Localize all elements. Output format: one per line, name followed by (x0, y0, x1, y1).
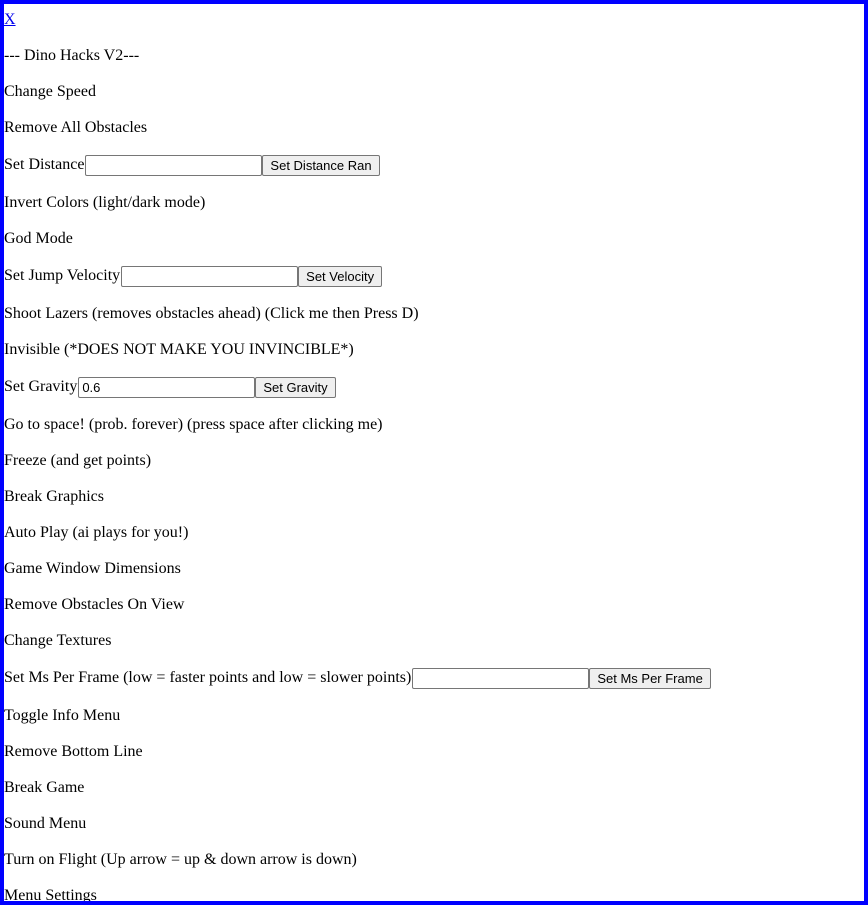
menu-title-row: --- Dino Hacks V2--- (4, 44, 139, 68)
change-textures-row: Change Textures (4, 629, 111, 653)
set-distance-input[interactable] (85, 154, 263, 176)
remove-all-obstacles-row: Remove All Obstacles (4, 116, 147, 140)
sound-menu-row: Sound Menu (4, 812, 86, 836)
gravity-input[interactable] (78, 376, 256, 398)
freeze-option[interactable]: Freeze (and get points) (4, 449, 151, 473)
set-jump-velocity-row: Set Jump Velocity Set Velocity (4, 264, 383, 288)
sound-menu-option[interactable]: Sound Menu (4, 812, 86, 836)
remove-bottom-line-row: Remove Bottom Line (4, 740, 143, 764)
remove-all-obstacles-option[interactable]: Remove All Obstacles (4, 116, 147, 140)
break-game-row: Break Game (4, 776, 84, 800)
close-link[interactable]: X (4, 8, 16, 32)
invert-colors-row: Invert Colors (light/dark mode) (4, 191, 205, 215)
set-distance-button[interactable]: Set Distance Ran (262, 154, 380, 176)
remove-obstacles-on-view-option[interactable]: Remove Obstacles On View (4, 593, 184, 617)
turn-on-flight-option[interactable]: Turn on Flight (Up arrow = up & down arr… (4, 848, 357, 872)
toggle-info-menu-row: Toggle Info Menu (4, 704, 120, 728)
break-graphics-option[interactable]: Break Graphics (4, 485, 104, 509)
go-to-space-option[interactable]: Go to space! (prob. forever) (press spac… (4, 413, 383, 437)
menu-title: --- Dino Hacks V2--- (4, 47, 140, 64)
shoot-lazers-row: Shoot Lazers (removes obstacles ahead) (… (4, 302, 419, 326)
god-mode-row: God Mode (4, 227, 73, 251)
change-textures-option[interactable]: Change Textures (4, 629, 111, 653)
auto-play-option[interactable]: Auto Play (ai plays for you!) (4, 521, 188, 545)
set-velocity-button[interactable]: Set Velocity (298, 265, 383, 287)
god-mode-option[interactable]: God Mode (4, 227, 73, 251)
toggle-info-menu-option[interactable]: Toggle Info Menu (4, 704, 120, 728)
set-gravity-row: Set Gravity Set Gravity (4, 375, 336, 399)
remove-obstacles-on-view-row: Remove Obstacles On View (4, 593, 184, 617)
set-gravity-label: Set Gravity (4, 378, 78, 395)
jump-velocity-input[interactable] (121, 265, 299, 287)
freeze-row: Freeze (and get points) (4, 449, 151, 473)
set-jump-velocity-label: Set Jump Velocity (4, 267, 121, 284)
invert-colors-option[interactable]: Invert Colors (light/dark mode) (4, 191, 205, 215)
remove-bottom-line-option[interactable]: Remove Bottom Line (4, 740, 143, 764)
invisible-row: Invisible (*DOES NOT MAKE YOU INVINCIBLE… (4, 338, 354, 362)
set-ms-per-frame-row: Set Ms Per Frame (low = faster points an… (4, 666, 711, 690)
turn-on-flight-row: Turn on Flight (Up arrow = up & down arr… (4, 848, 357, 872)
menu-settings-option[interactable]: Menu Settings (4, 884, 97, 901)
set-ms-per-frame-button[interactable]: Set Ms Per Frame (589, 667, 711, 689)
break-graphics-row: Break Graphics (4, 485, 104, 509)
ms-per-frame-input[interactable] (412, 667, 590, 689)
change-speed-row: Change Speed (4, 80, 96, 104)
change-speed-option[interactable]: Change Speed (4, 80, 96, 104)
set-ms-per-frame-label: Set Ms Per Frame (low = faster points an… (4, 669, 412, 686)
invisible-option[interactable]: Invisible (*DOES NOT MAKE YOU INVINCIBLE… (4, 338, 354, 362)
set-distance-label: Set Distance (4, 156, 85, 173)
close-row: X (4, 8, 16, 32)
menu-settings-row: Menu Settings (4, 884, 97, 901)
game-window-dimensions-row: Game Window Dimensions (4, 557, 181, 581)
dino-hacks-menu: X --- Dino Hacks V2--- Change Speed Remo… (0, 0, 868, 905)
go-to-space-row: Go to space! (prob. forever) (press spac… (4, 413, 383, 437)
set-distance-row: Set Distance Set Distance Ran (4, 153, 380, 177)
game-window-dimensions-option[interactable]: Game Window Dimensions (4, 557, 181, 581)
shoot-lazers-option[interactable]: Shoot Lazers (removes obstacles ahead) (… (4, 302, 419, 326)
auto-play-row: Auto Play (ai plays for you!) (4, 521, 188, 545)
set-gravity-button[interactable]: Set Gravity (255, 376, 336, 398)
break-game-option[interactable]: Break Game (4, 776, 84, 800)
